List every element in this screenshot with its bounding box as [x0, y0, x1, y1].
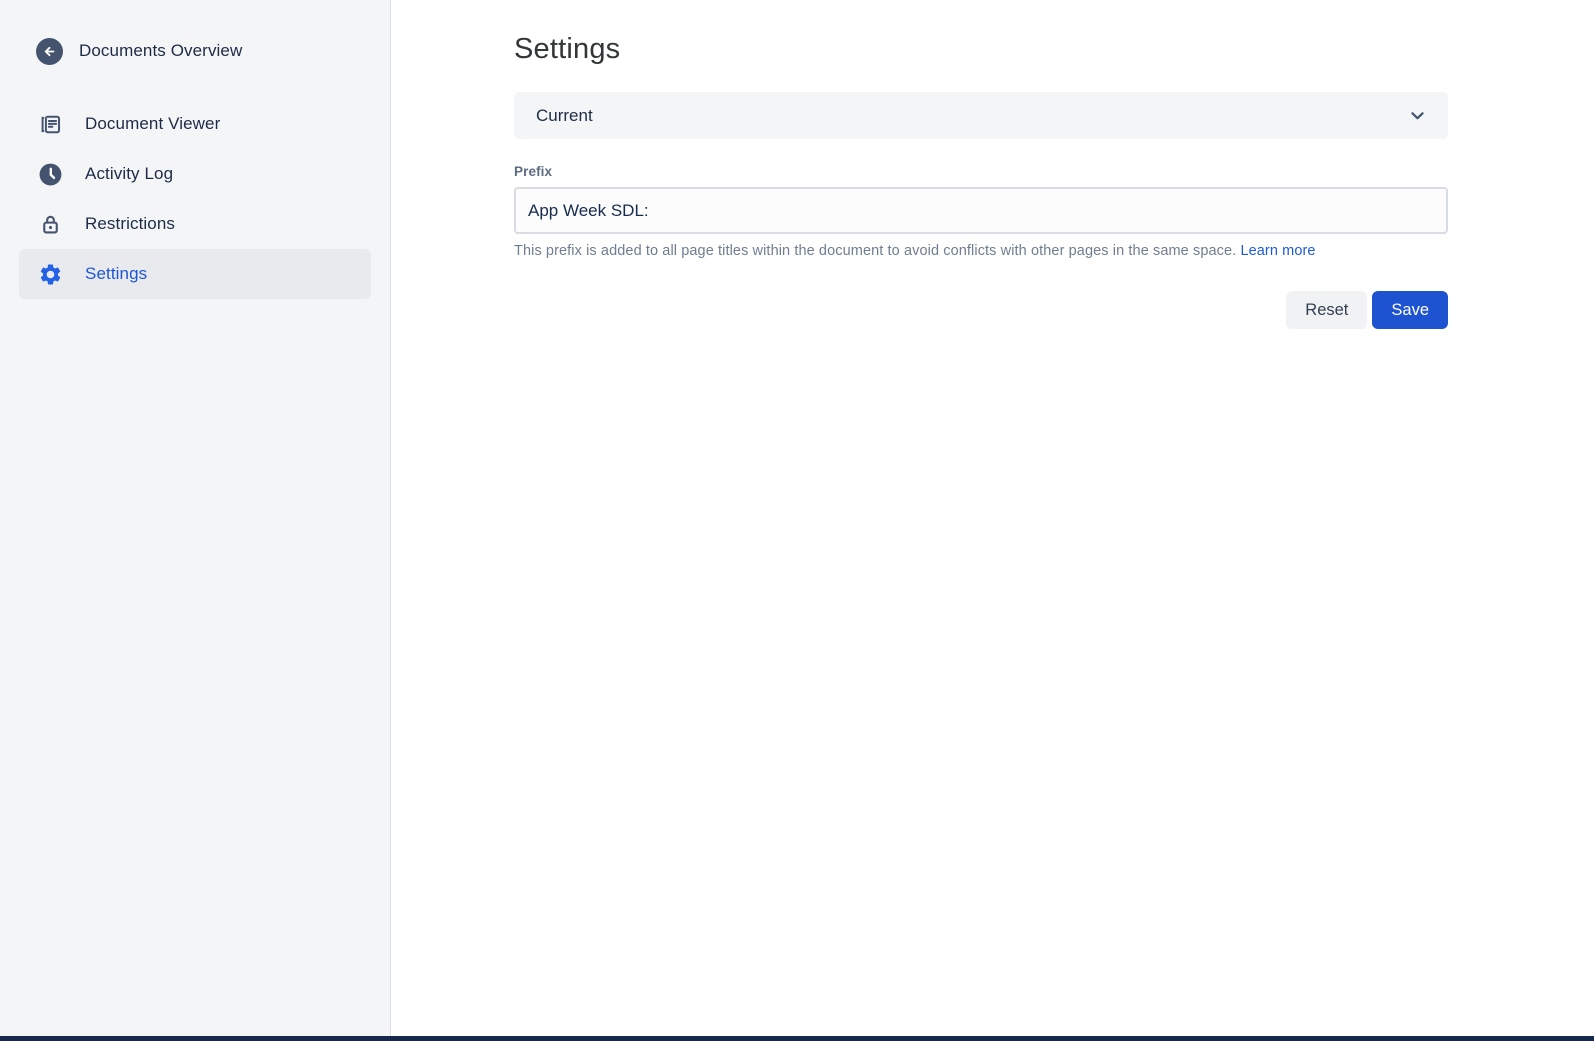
prefix-label: Prefix	[514, 164, 1448, 179]
sidebar-item-label: Activity Log	[85, 164, 173, 184]
sidebar-item-settings[interactable]: Settings	[19, 249, 371, 299]
form-actions: Reset Save	[514, 291, 1448, 329]
sidebar-item-label: Settings	[85, 264, 147, 284]
prefix-help-text: This prefix is added to all page titles …	[514, 243, 1448, 259]
sidebar-item-label: Document Viewer	[85, 114, 220, 134]
save-button[interactable]: Save	[1372, 291, 1448, 329]
sidebar-item-restrictions[interactable]: Restrictions	[19, 199, 371, 249]
gear-icon	[38, 262, 63, 287]
document-viewer-icon	[38, 112, 63, 137]
back-arrow-icon	[36, 38, 63, 65]
sidebar-item-label: Restrictions	[85, 214, 175, 234]
prefix-input[interactable]	[514, 187, 1448, 234]
sidebar: Documents Overview Document Viewer Activ…	[0, 0, 391, 1036]
chevron-down-icon	[1407, 105, 1428, 126]
sidebar-item-documents-overview[interactable]: Documents Overview	[19, 27, 371, 75]
bottom-edge-bar	[0, 1036, 1594, 1041]
main-content: Settings Current Prefix This prefix is a…	[391, 0, 1594, 1036]
sidebar-item-document-viewer[interactable]: Document Viewer	[19, 99, 371, 149]
sidebar-item-activity-log[interactable]: Activity Log	[19, 149, 371, 199]
sidebar-item-label: Documents Overview	[79, 41, 242, 61]
clock-icon	[38, 162, 63, 187]
version-select-value: Current	[536, 106, 593, 126]
app-window: Documents Overview Document Viewer Activ…	[0, 0, 1594, 1036]
prefix-help-description: This prefix is added to all page titles …	[514, 243, 1236, 259]
page-title: Settings	[514, 33, 1448, 66]
reset-button[interactable]: Reset	[1286, 291, 1367, 329]
learn-more-link[interactable]: Learn more	[1240, 243, 1315, 259]
version-select[interactable]: Current	[514, 92, 1448, 139]
lock-icon	[38, 212, 63, 237]
